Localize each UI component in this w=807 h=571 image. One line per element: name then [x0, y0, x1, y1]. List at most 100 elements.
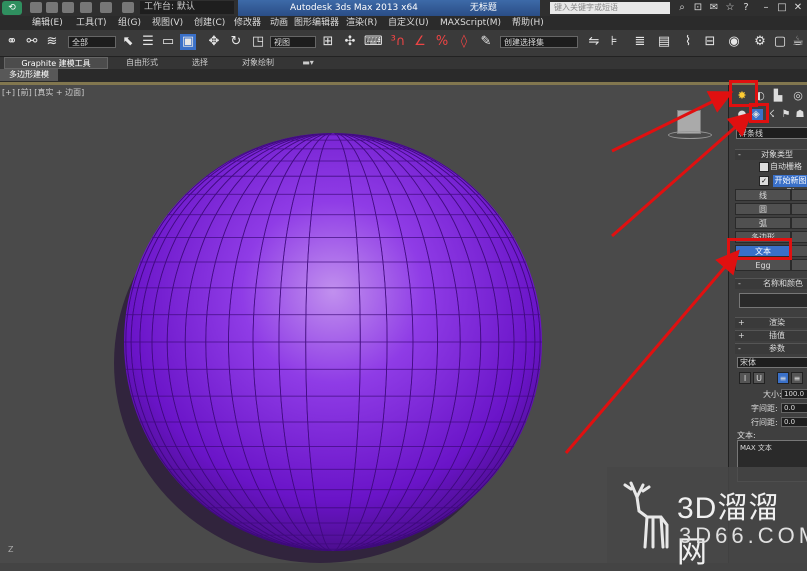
tab-polygon-modeling[interactable]: 多边形建模: [0, 69, 58, 81]
link-icon[interactable]: ⚭: [4, 34, 20, 50]
menu-views[interactable]: 视图(V): [152, 16, 183, 30]
underline-button[interactable]: U: [753, 372, 765, 384]
undo-icon[interactable]: [80, 2, 92, 13]
mirror-icon[interactable]: ⇋: [586, 34, 602, 50]
render-frame-icon[interactable]: ▢: [772, 34, 788, 50]
font-dropdown[interactable]: 宋体: [737, 357, 807, 368]
hierarchy-tab-icon[interactable]: ▙: [771, 89, 785, 103]
menu-group[interactable]: 组(G): [118, 16, 141, 30]
rotate-icon[interactable]: ↻: [228, 34, 244, 50]
pivot-center-icon[interactable]: ⊞: [320, 34, 336, 50]
move-icon[interactable]: ✥: [206, 34, 222, 50]
snaps-toggle-icon[interactable]: ³∩: [390, 34, 406, 50]
close-icon[interactable]: ✕: [792, 2, 804, 14]
favorites-icon[interactable]: ☆: [724, 2, 736, 14]
subscription-icon[interactable]: ⊡: [692, 2, 704, 14]
maximize-icon[interactable]: □: [776, 2, 788, 14]
tab-object-paint[interactable]: 对象绘制: [232, 57, 284, 69]
reference-coord-dropdown[interactable]: 视图: [270, 36, 316, 48]
helix-button[interactable]: [791, 245, 807, 257]
size-spinner[interactable]: 100.0: [781, 389, 807, 399]
object-name-field[interactable]: [739, 293, 807, 308]
parameters-rollout[interactable]: - 参数: [735, 343, 807, 354]
help-icon[interactable]: ?: [740, 2, 752, 14]
percent-snap-icon[interactable]: %: [434, 34, 450, 50]
viewcube[interactable]: [678, 111, 700, 133]
rendering-rollout[interactable]: + 渲染: [735, 317, 807, 328]
italic-button[interactable]: I: [739, 372, 751, 384]
leading-spinner[interactable]: 0.0: [781, 417, 807, 427]
select-object-icon[interactable]: ⬉: [120, 34, 136, 50]
tab-graphite-modeling[interactable]: Graphite 建模工具: [4, 57, 108, 69]
tab-freeform[interactable]: 自由形式: [114, 57, 170, 69]
interpolation-rollout[interactable]: + 插值: [735, 330, 807, 341]
menu-create[interactable]: 创建(C): [194, 16, 225, 30]
keyboard-shortcut-icon[interactable]: ⌨: [364, 34, 383, 50]
render-icon[interactable]: ☕: [790, 34, 806, 50]
scale-icon[interactable]: ◳: [250, 34, 266, 50]
section-button[interactable]: [791, 259, 807, 271]
layer-manager-icon[interactable]: ≣: [632, 34, 648, 50]
star-button[interactable]: [791, 231, 807, 243]
workspace-dropdown[interactable]: 工作台: 默认: [140, 1, 234, 14]
hold-icon[interactable]: [122, 2, 134, 13]
start-new-shape-checkbox[interactable]: ✓: [759, 176, 769, 186]
menu-graph-editors[interactable]: 图形编辑器: [294, 16, 339, 30]
kerning-spinner[interactable]: 0.0: [781, 403, 807, 413]
window-crossing-icon[interactable]: ▣: [180, 34, 196, 50]
binoculars-icon[interactable]: ⌕: [676, 2, 688, 14]
open-file-icon[interactable]: [46, 2, 58, 13]
egg-button[interactable]: Egg: [735, 259, 791, 271]
redo-icon[interactable]: [100, 2, 112, 13]
align-center-button[interactable]: ≡: [791, 372, 803, 384]
select-by-name-icon[interactable]: ☰: [140, 34, 156, 50]
material-editor-icon[interactable]: ◉: [726, 34, 742, 50]
ribbon-options-icon[interactable]: ▬▾: [300, 57, 316, 69]
new-file-icon[interactable]: [30, 2, 42, 13]
menu-tools[interactable]: 工具(T): [76, 16, 107, 30]
rectangle-button[interactable]: [791, 189, 807, 201]
object-type-rollout[interactable]: - 对象类型: [735, 149, 807, 160]
rect-selection-icon[interactable]: ▭: [160, 34, 176, 50]
minimize-icon[interactable]: –: [760, 2, 772, 14]
angle-snap-icon[interactable]: ∠: [412, 34, 428, 50]
helpers-icon[interactable]: ☗: [793, 109, 807, 121]
auto-grid-checkbox[interactable]: [759, 162, 769, 172]
cameras-icon[interactable]: ⚑: [779, 109, 793, 121]
menu-edit[interactable]: 编辑(E): [32, 16, 63, 30]
viewcube-compass[interactable]: [668, 131, 712, 139]
name-color-rollout[interactable]: - 名称和颜色: [735, 278, 807, 289]
menu-help[interactable]: 帮助(H): [512, 16, 544, 30]
donut-button[interactable]: [791, 217, 807, 229]
named-selection-dropdown[interactable]: 创建选择集: [500, 36, 578, 48]
category-dropdown[interactable]: 样条线: [736, 127, 807, 139]
graphite-toggle-icon[interactable]: ▤: [656, 34, 672, 50]
start-new-shape-button[interactable]: 开始新图形: [773, 175, 807, 197]
edit-named-sets-icon[interactable]: ✎: [478, 34, 494, 50]
align-left-button[interactable]: ≡: [777, 372, 789, 384]
tab-selection[interactable]: 选择: [176, 57, 224, 69]
render-setup-icon[interactable]: ⚙: [752, 34, 768, 50]
menu-rendering[interactable]: 渲染(R): [346, 16, 377, 30]
motion-tab-icon[interactable]: ◎: [791, 89, 805, 103]
line-button[interactable]: 线: [735, 189, 791, 201]
select-manipulate-icon[interactable]: ✣: [342, 34, 358, 50]
ellipse-button[interactable]: [791, 203, 807, 215]
app-logo-icon[interactable]: ⟲: [2, 1, 22, 15]
communication-icon[interactable]: ✉: [708, 2, 720, 14]
curve-editor-icon[interactable]: ⌇: [680, 34, 696, 50]
align-icon[interactable]: ⊧: [606, 34, 622, 50]
geometry-icon[interactable]: ●: [735, 109, 749, 121]
search-input[interactable]: 键入关键字或短语: [550, 2, 670, 14]
menu-maxscript[interactable]: MAXScript(M): [440, 16, 501, 30]
spinner-snap-icon[interactable]: ◊: [456, 34, 472, 50]
circle-button[interactable]: 圆: [735, 203, 791, 215]
menu-modifiers[interactable]: 修改器: [234, 16, 261, 30]
unlink-icon[interactable]: ⚯: [24, 34, 40, 50]
save-file-icon[interactable]: [62, 2, 74, 13]
arc-button[interactable]: 弧: [735, 217, 791, 229]
menu-customize[interactable]: 自定义(U): [388, 16, 429, 30]
bind-space-warp-icon[interactable]: ≋: [44, 34, 60, 50]
selection-filter-dropdown[interactable]: 全部: [68, 36, 116, 48]
menu-animation[interactable]: 动画: [270, 16, 288, 30]
